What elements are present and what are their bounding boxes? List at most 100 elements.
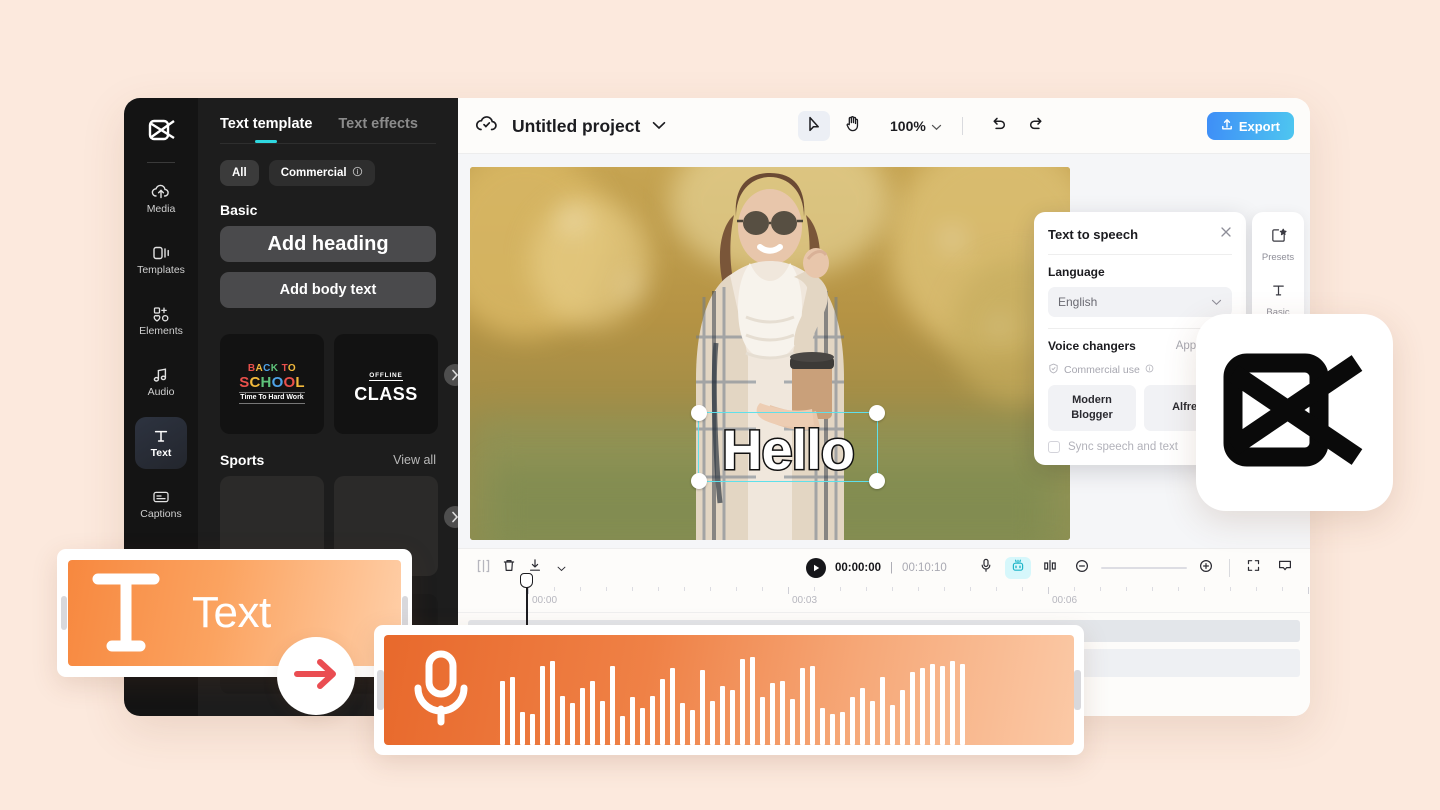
info-icon[interactable] bbox=[352, 166, 363, 180]
layout-button[interactable] bbox=[1272, 555, 1298, 581]
section-title-basic: Basic bbox=[220, 202, 258, 218]
view-all-link[interactable]: View all bbox=[393, 453, 436, 467]
sidebar-item-label: Audio bbox=[147, 386, 175, 399]
rail-divider bbox=[147, 162, 175, 163]
waveform-bar bbox=[680, 703, 685, 745]
chevron-right-icon[interactable] bbox=[444, 364, 458, 386]
resize-handle-top-right[interactable] bbox=[869, 405, 885, 421]
zoom-level-label: 100% bbox=[890, 118, 926, 134]
capcut-logo-icon bbox=[1222, 349, 1368, 476]
filter-chip-commercial[interactable]: Commercial bbox=[268, 160, 375, 186]
plus-circle-icon bbox=[1199, 559, 1213, 578]
redo-button[interactable] bbox=[1021, 111, 1053, 141]
undo-icon bbox=[990, 116, 1007, 136]
timeline-ruler[interactable]: 00:00 00:03 00:06 00:09 00:1 bbox=[458, 573, 1310, 637]
project-title-group: Untitled project bbox=[474, 113, 666, 140]
layout-icon bbox=[1278, 559, 1292, 577]
export-button[interactable]: Export bbox=[1206, 112, 1294, 140]
play-button[interactable] bbox=[806, 558, 826, 578]
template-eyebrow: OFFLINE bbox=[369, 371, 403, 381]
waveform-bar bbox=[770, 683, 775, 745]
zoom-slider[interactable] bbox=[1101, 567, 1187, 569]
ai-tools-button[interactable] bbox=[1005, 557, 1031, 579]
floating-audio-card[interactable] bbox=[374, 625, 1084, 755]
filter-chip-all[interactable]: All bbox=[220, 160, 259, 186]
split-button[interactable] bbox=[1037, 555, 1063, 581]
sync-speech-checkbox[interactable] bbox=[1048, 441, 1060, 453]
waveform-bar bbox=[570, 703, 575, 745]
tab-text-effects[interactable]: Text effects bbox=[338, 116, 418, 143]
ruler-label: 00:06 bbox=[1052, 595, 1078, 606]
microphone-icon bbox=[384, 648, 490, 733]
zoom-out-button[interactable] bbox=[1069, 555, 1095, 581]
waveform-bar bbox=[790, 698, 795, 745]
resize-handle-bottom-left[interactable] bbox=[691, 473, 707, 489]
zoom-level-selector[interactable]: 100% bbox=[890, 118, 942, 134]
select-tool-button[interactable] bbox=[798, 111, 830, 141]
arrow-badge[interactable] bbox=[277, 637, 355, 715]
tab-text-template[interactable]: Text template bbox=[220, 116, 312, 143]
sidebar-item-captions[interactable]: Captions bbox=[135, 478, 187, 530]
text-t-icon bbox=[1270, 282, 1287, 304]
sidebar-item-audio[interactable]: Audio bbox=[135, 356, 187, 408]
template-thumb-back-to-school[interactable]: BACK TO SCHOOL Time To Hard Work bbox=[220, 334, 324, 434]
add-body-text-button[interactable]: Add body text bbox=[220, 272, 436, 308]
waveform-bar bbox=[780, 681, 785, 745]
upload-icon bbox=[1221, 118, 1233, 134]
waveform-bar bbox=[590, 681, 595, 745]
waveform-bar bbox=[920, 668, 925, 745]
text-t-icon bbox=[90, 568, 162, 659]
waveform-bar bbox=[800, 668, 805, 745]
close-icon[interactable] bbox=[1220, 225, 1232, 243]
template-title: CLASS bbox=[354, 383, 418, 404]
floating-audio-card-body bbox=[384, 635, 1074, 745]
sync-speech-label: Sync speech and text bbox=[1068, 441, 1178, 453]
card-grip-left[interactable] bbox=[61, 596, 67, 630]
tts-title: Text to speech bbox=[1048, 226, 1139, 242]
sidebar-item-templates[interactable]: Templates bbox=[135, 234, 187, 286]
resize-handle-top-left[interactable] bbox=[691, 405, 707, 421]
right-item-presets[interactable]: Presets bbox=[1255, 220, 1301, 271]
undo-button[interactable] bbox=[983, 111, 1015, 141]
chevron-right-icon[interactable] bbox=[444, 506, 458, 528]
waveform-bar bbox=[540, 665, 545, 745]
current-timecode: 00:00:00 bbox=[835, 562, 882, 574]
floating-text-card[interactable]: Text bbox=[57, 549, 412, 677]
zoom-in-button[interactable] bbox=[1193, 555, 1219, 581]
voice-option-modern-blogger[interactable]: Modern Blogger bbox=[1048, 385, 1136, 431]
commercial-use-label: Commercial use bbox=[1064, 364, 1140, 376]
add-heading-button[interactable]: Add heading bbox=[220, 226, 436, 262]
split-marker-button[interactable] bbox=[470, 555, 496, 581]
download-menu-button[interactable] bbox=[548, 555, 574, 581]
captions-icon bbox=[151, 488, 171, 506]
waveform-bar bbox=[650, 695, 655, 745]
sidebar-item-label: Templates bbox=[137, 264, 185, 277]
template-thumb-offline-class[interactable]: OFFLINE CLASS bbox=[334, 334, 438, 434]
waveform-bar bbox=[550, 661, 555, 745]
timecode-separator: | bbox=[890, 562, 894, 574]
preview-stage: Hello Text to speech Language English Vo… bbox=[458, 154, 1310, 548]
sidebar-item-elements[interactable]: Elements bbox=[135, 295, 187, 347]
hand-tool-button[interactable] bbox=[836, 111, 868, 141]
language-select[interactable]: English bbox=[1048, 287, 1232, 317]
canvas-text-hello[interactable]: Hello bbox=[699, 417, 877, 483]
playback-controls: 00:00:00 | 00:10:10 bbox=[806, 558, 947, 578]
sidebar-item-media[interactable]: Media bbox=[135, 173, 187, 225]
delete-button[interactable] bbox=[496, 555, 522, 581]
waveform-bar bbox=[520, 712, 525, 745]
video-preview[interactable]: Hello bbox=[470, 167, 1070, 540]
audio-card-grip-right[interactable] bbox=[1074, 670, 1081, 710]
capcut-logo-icon[interactable] bbox=[140, 110, 182, 150]
text-t-icon bbox=[151, 427, 171, 445]
info-icon[interactable] bbox=[1145, 364, 1154, 376]
chevron-down-icon[interactable] bbox=[652, 117, 666, 135]
playhead-handle[interactable] bbox=[520, 573, 533, 588]
sidebar-item-text[interactable]: Text bbox=[135, 417, 187, 469]
resize-handle-bottom-right[interactable] bbox=[869, 473, 885, 489]
audio-card-grip-left[interactable] bbox=[377, 670, 384, 710]
record-voiceover-button[interactable] bbox=[973, 555, 999, 581]
waveform-bar bbox=[700, 670, 705, 745]
text-selection-box[interactable]: Hello bbox=[691, 405, 885, 489]
tts-header: Text to speech bbox=[1048, 225, 1232, 243]
fit-button[interactable] bbox=[1240, 555, 1266, 581]
